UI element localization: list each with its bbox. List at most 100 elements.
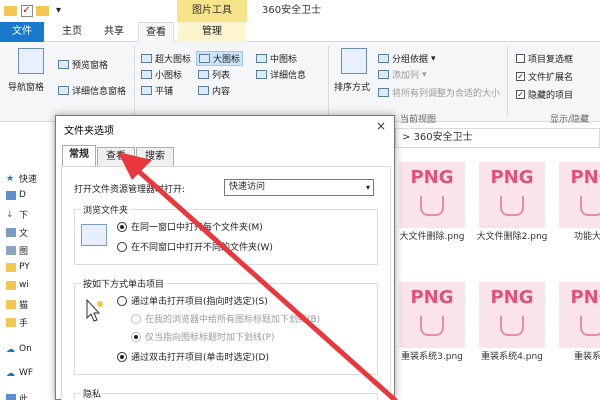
- current-view-group-label: 当前视图: [400, 115, 437, 125]
- nav-item-folder-hand[interactable]: 手: [6, 316, 28, 329]
- nav-item-folder-wi[interactable]: wi: [6, 280, 29, 290]
- small-icons-icon: [141, 70, 152, 79]
- file-name: 重装系统: [573, 352, 600, 362]
- layout-content[interactable]: 内容: [198, 84, 230, 97]
- underline-point-radio[interactable]: [131, 331, 141, 342]
- file-item[interactable]: PNG 重装系统3.png: [392, 282, 472, 363]
- picture-icon: [6, 246, 16, 255]
- file-item[interactable]: PNG 重装系统: [552, 282, 600, 363]
- preview-pane-button[interactable]: 预览窗格: [58, 58, 108, 71]
- single-click-option[interactable]: 通过单击打开项目(指向时选定)(S): [117, 294, 268, 307]
- folder-options-dialog: 文件夹选项 × 常规 查看 搜索 打开文件资源管理器时打开: 快速访问 ▾ 浏览文…: [55, 115, 395, 400]
- layout-list[interactable]: 列表: [198, 68, 230, 81]
- file-item[interactable]: PNG 功能大全: [552, 162, 600, 243]
- same-window-radio[interactable]: [117, 221, 127, 232]
- png-icon-text: PNG: [570, 167, 600, 188]
- underline-point-label: 仅当指向图标标题时加下划线(P): [145, 333, 275, 343]
- cloud-icon: ☁: [6, 344, 15, 355]
- address-bar[interactable]: > 360安全卫士: [395, 128, 600, 148]
- browse-folders-group: 浏览文件夹 在同一窗口中打开每个文件夹(M) 在不同窗口中打开不同的文件夹(W): [74, 203, 378, 265]
- item-check-boxes-checkbox[interactable]: [516, 54, 525, 63]
- add-columns-button[interactable]: 添加列 ▾: [378, 68, 427, 81]
- open-explorer-value: 快速访问: [229, 182, 266, 192]
- sort-by-button[interactable]: 排序方式: [334, 80, 370, 93]
- nav-label: 此: [19, 395, 29, 400]
- size-all-columns-label: 将所有列调整为合适的大小: [392, 89, 501, 99]
- nav-item-pictures[interactable]: 图: [6, 244, 28, 257]
- hidden-items-toggle[interactable]: ✓ 隐藏的项目: [516, 88, 573, 101]
- nav-label: D: [19, 190, 26, 200]
- layout-tiles[interactable]: 平铺: [141, 84, 173, 97]
- tab-share[interactable]: 共享: [96, 22, 132, 42]
- nav-label: 手: [19, 319, 29, 329]
- nav-item-folder-py[interactable]: PY: [6, 262, 30, 272]
- layout-small-icons[interactable]: 小图标: [141, 68, 182, 81]
- tab-file[interactable]: 文件: [0, 22, 44, 42]
- single-click-radio[interactable]: [117, 295, 127, 306]
- png-file-icon: PNG: [399, 282, 465, 348]
- address-path: 360安全卫士: [413, 132, 473, 143]
- file-name: 重装系统4.png: [481, 352, 543, 362]
- nav-item-folder-cat[interactable]: 猫: [6, 298, 28, 311]
- tab-search[interactable]: 搜索: [136, 147, 174, 166]
- extra-large-icons-label: 超大图标: [155, 55, 192, 65]
- file-item[interactable]: PNG 大文件删除2.png: [472, 162, 552, 243]
- nav-item-downloads[interactable]: ↓ 下: [6, 208, 28, 221]
- sort-by-label: 排序方式: [334, 83, 371, 93]
- tab-view[interactable]: 查看: [97, 147, 135, 166]
- size-all-columns-button[interactable]: 将所有列调整为合适的大小: [378, 86, 500, 99]
- new-folder-icon[interactable]: [36, 4, 49, 17]
- window-title: 360安全卫士: [262, 5, 322, 16]
- nav-item-quick-access[interactable]: ★ 快速: [6, 172, 37, 185]
- close-icon[interactable]: ×: [376, 119, 386, 133]
- navigation-pane-icon[interactable]: [18, 48, 44, 74]
- underline-browser-radio[interactable]: [131, 313, 141, 324]
- group-by-button[interactable]: 分组依据 ▾: [378, 52, 436, 65]
- layout-details[interactable]: 详细信息: [256, 68, 306, 81]
- hidden-items-checkbox[interactable]: ✓: [516, 90, 525, 99]
- nav-item-this-pc[interactable]: 此: [6, 392, 28, 400]
- new-window-option[interactable]: 在不同窗口中打开不同的文件夹(W): [117, 240, 273, 253]
- nav-item-desktop[interactable]: D: [6, 190, 26, 200]
- nav-item-wps[interactable]: ☁ WF: [6, 368, 34, 379]
- nav-item-onedrive[interactable]: ☁ On: [6, 344, 32, 355]
- folder-icon: [6, 280, 16, 290]
- item-check-boxes-toggle[interactable]: 项目复选框: [516, 52, 573, 65]
- file-name-extensions-toggle[interactable]: ✓ 文件扩展名: [516, 70, 573, 83]
- navigation-pane-button[interactable]: 导航窗格: [8, 80, 44, 93]
- new-window-radio[interactable]: [117, 241, 127, 252]
- tab-home[interactable]: 主页: [54, 22, 90, 42]
- file-name: 功能大全: [573, 232, 600, 242]
- double-click-radio[interactable]: [117, 351, 127, 362]
- underline-point-option[interactable]: 仅当指向图标标题时加下划线(P): [131, 330, 274, 343]
- double-click-option[interactable]: 通过双击打开项目(单击时选定)(D): [117, 350, 269, 363]
- chevron-down-icon[interactable]: ▾: [52, 4, 65, 17]
- layout-extra-large-icons[interactable]: 超大图标: [141, 52, 191, 65]
- folder-icon: [6, 300, 16, 309]
- open-explorer-label: 打开文件资源管理器时打开:: [74, 185, 186, 195]
- add-columns-label: 添加列: [392, 71, 420, 81]
- same-window-option[interactable]: 在同一窗口中打开每个文件夹(M): [117, 220, 263, 233]
- tab-general[interactable]: 常规: [62, 145, 96, 167]
- sort-by-icon[interactable]: [341, 48, 367, 74]
- nav-label: WF: [19, 368, 34, 378]
- group-by-label: 分组依据: [392, 55, 429, 65]
- hidden-items-label: 隐藏的项目: [528, 91, 574, 101]
- tab-manage[interactable]: 管理: [178, 22, 246, 42]
- large-icons-label: 大图标: [213, 55, 241, 65]
- open-explorer-dropdown[interactable]: 快速访问 ▾: [224, 179, 374, 196]
- privacy-group: 隐私: [74, 387, 378, 400]
- layout-large-icons[interactable]: 大图标: [196, 51, 244, 66]
- small-icons-label: 小图标: [155, 71, 183, 81]
- details-pane-button[interactable]: 详细信息窗格: [58, 84, 126, 97]
- preview-pane-label: 预览窗格: [72, 61, 109, 71]
- file-name: 大文件删除.png: [399, 232, 465, 242]
- properties-icon[interactable]: ✓: [20, 4, 33, 17]
- underline-browser-option[interactable]: 在我的浏览器中给所有图标标题加下划线(B): [131, 312, 320, 325]
- layout-medium-icons[interactable]: 中图标: [256, 52, 297, 65]
- tab-view[interactable]: 查看: [138, 22, 174, 43]
- file-name-extensions-checkbox[interactable]: ✓: [516, 72, 525, 81]
- file-item[interactable]: PNG 重装系统4.png: [472, 282, 552, 363]
- nav-item-documents[interactable]: 文: [6, 226, 28, 239]
- file-item[interactable]: PNG 大文件删除.png: [392, 162, 472, 243]
